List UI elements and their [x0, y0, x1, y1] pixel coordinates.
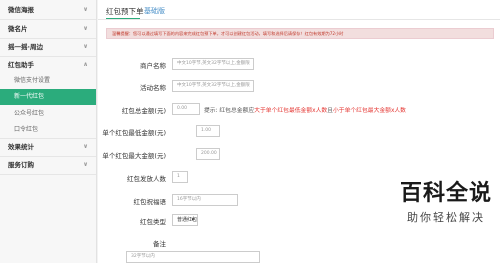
chevron-up-icon: ∧	[83, 61, 88, 68]
remark-input[interactable]: 32字节以内	[126, 251, 260, 263]
sidebar-item-label: 微信海报	[8, 6, 34, 14]
chevron-down-icon: ∨	[83, 6, 88, 13]
watermark-logo: 百科全说	[399, 181, 492, 206]
header-divider	[98, 19, 500, 20]
sidebar-item-label: 公众号红包	[14, 110, 45, 117]
divider	[0, 19, 96, 20]
total-amount-input[interactable]: 0.00	[172, 103, 200, 115]
activity-name-label: 活动名称	[140, 84, 166, 92]
chevron-down-icon: ∨	[83, 161, 88, 168]
edition-label: 基础版	[144, 7, 165, 15]
sidebar-item-label: 服务订购	[8, 161, 34, 169]
tab-red-packet-preorder[interactable]: 红包预下单	[106, 6, 144, 17]
max-amount-input[interactable]: 200.00	[196, 148, 220, 160]
wishing-label: 红包祝福语	[133, 198, 167, 206]
sidebar-item-label: 效果统计	[8, 143, 34, 151]
sidebar-item-statistics[interactable]: 效果统计 ∨	[0, 139, 96, 155]
sidebar-item-service-order[interactable]: 服务订购 ∨	[0, 157, 96, 173]
sidebar-item-red-packet-helper[interactable]: 红包助手 ∧	[0, 57, 96, 73]
max-amount-label: 单个红包最大金额(元)	[102, 152, 166, 160]
sidebar-item-label: 微信支付设置	[14, 77, 51, 84]
sidebar-item-shake-nearby[interactable]: 摇一摇·周边 ∨	[0, 39, 96, 55]
sidebar-item-wechat-pay-settings[interactable]: 微信支付设置	[0, 73, 96, 89]
sidebar-item-label: 新一代红包	[14, 93, 45, 100]
total-amount-tip: 提示: 红包总金额应大于单个红包最低金额x人数且小于单个红包最大金额x人数	[204, 105, 406, 114]
watermark-slogan: 助你轻松解决	[406, 211, 485, 224]
remark-label: 备注	[153, 240, 166, 248]
sidebar-item-password-red-packet[interactable]: 口令红包	[0, 122, 96, 138]
chevron-down-icon: ∨	[83, 25, 88, 32]
tip-highlight: 小于单个红包最大金额x人数	[332, 108, 406, 114]
red-packet-type-select[interactable]: 普通红包 ▾	[172, 214, 198, 226]
watermark: 百科全说 助你轻松解决	[400, 175, 492, 225]
send-count-input[interactable]: 1	[172, 171, 188, 183]
red-packet-type-value: 普通红包	[177, 217, 198, 223]
tip-highlight: 大于单个红包最低金额x人数	[254, 108, 328, 114]
notice-banner: 温馨提醒：您可以通过填写下面的内容来完成红包预下单，才可以创建红包活动，填写和选…	[106, 28, 494, 39]
sidebar: 微信海报 ∨ 微名片 ∨ 摇一摇·周边 ∨ 红包助手 ∧ 微信支付设置 新一代红…	[0, 0, 97, 263]
sidebar-item-micro-card[interactable]: 微名片 ∨	[0, 21, 96, 37]
activity-name-input[interactable]: 中文10字节,英文32字节以上,金额限	[172, 80, 254, 92]
sidebar-item-label: 微名片	[8, 25, 28, 33]
min-amount-input[interactable]: 1.00	[196, 125, 220, 137]
chevron-down-icon: ∨	[83, 43, 88, 50]
chevron-down-icon: ∨	[83, 143, 88, 150]
sidebar-item-wechat-poster[interactable]: 微信海报 ∨	[0, 2, 96, 18]
chevron-down-icon: ▾	[191, 217, 194, 223]
min-amount-label: 单个红包最低金额(元)	[102, 129, 166, 137]
divider	[0, 174, 96, 175]
merchant-name-input[interactable]: 中文10字节,英文32字节以上,金额限	[172, 58, 254, 70]
send-count-label: 红包发放人数	[127, 175, 166, 183]
merchant-name-label: 商户名称	[140, 62, 166, 70]
tip-text: 提示: 红包总金额应	[204, 108, 255, 114]
total-amount-label: 红包总金额(元)	[121, 107, 166, 115]
sidebar-item-label: 摇一摇·周边	[8, 43, 43, 51]
sidebar-item-label: 口令红包	[14, 126, 39, 133]
red-packet-type-label: 红包类型	[140, 218, 166, 226]
wishing-input[interactable]: 16字节以内	[172, 194, 238, 206]
sidebar-item-label: 红包助手	[8, 61, 34, 69]
sidebar-item-official-account-red-packet[interactable]: 公众号红包	[0, 106, 96, 122]
sidebar-item-new-red-packet[interactable]: 新一代红包	[0, 89, 96, 105]
